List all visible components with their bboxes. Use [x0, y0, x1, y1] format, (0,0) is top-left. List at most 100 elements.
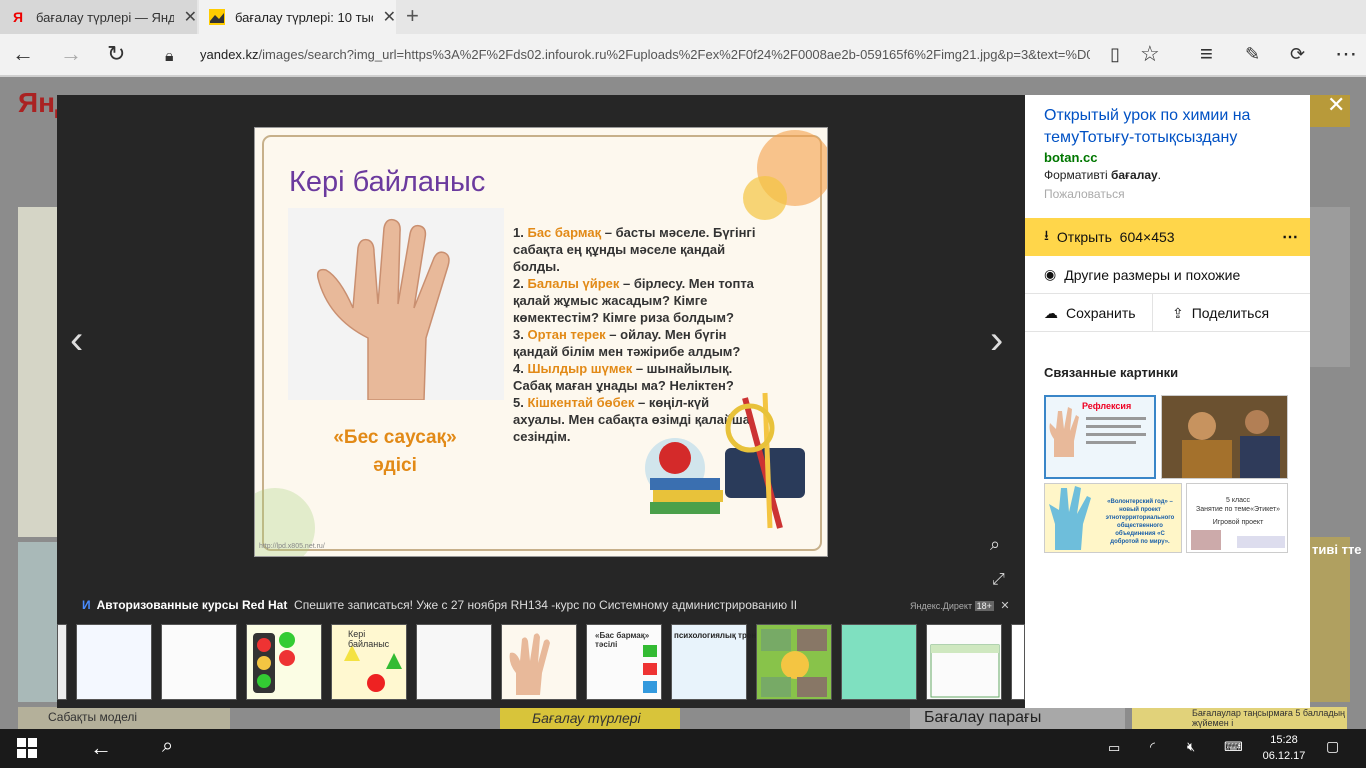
- ad-banner[interactable]: И Авторизованные курсы Red Hat Спешите за…: [82, 598, 797, 612]
- refresh-icon[interactable]: ↻: [107, 42, 125, 66]
- share-icon[interactable]: ⟳: [1290, 42, 1305, 66]
- tab-label: бағалау түрлері — Яндекс:: [36, 9, 174, 25]
- thumbnail[interactable]: [76, 624, 152, 700]
- method-line: әдісі: [373, 455, 417, 476]
- tab-label: бағалау түрлері: 10 тыс: [235, 9, 373, 25]
- related-image[interactable]: 5 класс Занятие по теме«Этикет» Игровой …: [1186, 483, 1288, 553]
- close-viewer-icon[interactable]: ✕: [1327, 92, 1345, 118]
- back-icon[interactable]: ←: [12, 42, 34, 66]
- web-note-icon[interactable]: ✎: [1245, 42, 1260, 66]
- other-sizes-label: Другие размеры и похожие: [1064, 266, 1241, 283]
- background-card[interactable]: Бағалау түрлері: [500, 707, 680, 729]
- thumbnail[interactable]: [756, 624, 832, 700]
- background-card[interactable]: Бағалаулар таңсырмаға 5 балладың жүйемен…: [1132, 707, 1347, 729]
- thumbnail[interactable]: [246, 624, 322, 700]
- slide-footer: http://lpd.x805.net.ru/: [259, 543, 325, 550]
- background-snippet: тиві тте: [1312, 542, 1362, 557]
- next-image-arrow-icon[interactable]: ›: [990, 320, 1003, 360]
- thumbnail[interactable]: [57, 624, 67, 700]
- more-options-icon[interactable]: ⋯: [1282, 227, 1298, 247]
- source-description: Формативті бағалау.: [1044, 168, 1162, 182]
- back-icon[interactable]: ←: [90, 735, 112, 761]
- related-image[interactable]: Рефлексия: [1044, 395, 1156, 479]
- share-upload-icon: ⇪: [1172, 304, 1184, 321]
- related-image[interactable]: [1161, 395, 1288, 479]
- share-button[interactable]: ⇪ Поделиться: [1172, 294, 1269, 332]
- yandex-favicon-icon: Я: [12, 9, 24, 25]
- close-ad-icon[interactable]: ✕: [1000, 600, 1009, 612]
- volume-muted-icon[interactable]: 🔇︎: [1187, 739, 1195, 755]
- url-path: /images/search?img_url=https%3A%2F%2Fds0…: [258, 47, 1090, 62]
- favorite-star-icon[interactable]: ☆: [1140, 42, 1160, 66]
- lock-icon: 🔒︎: [165, 48, 174, 65]
- navigation-bar: ← → ↻ 🔒︎ yandex.kz/images/search?img_url…: [0, 34, 1366, 76]
- thumbnail[interactable]: [841, 624, 917, 700]
- open-image-button[interactable]: ⭳ Открыть 604×453 ⋯: [1025, 218, 1310, 256]
- tab-yandex-search[interactable]: Я бағалау түрлері — Яндекс: ✕: [0, 0, 197, 34]
- camera-icon: ◉: [1044, 266, 1057, 282]
- reading-view-icon[interactable]: ▯: [1110, 42, 1120, 66]
- save-label: Сохранить: [1066, 305, 1136, 321]
- fullscreen-icon[interactable]: ⤢: [992, 571, 1005, 589]
- background-card[interactable]: Сабақты моделі: [18, 707, 230, 729]
- list-item: 3. Ортан терек – ойлау. Мен бүгін қандай…: [513, 327, 741, 359]
- search-by-image-icon[interactable]: ⌕: [990, 534, 1000, 555]
- new-tab-icon[interactable]: +: [406, 5, 419, 27]
- related-images-heading: Связанные картинки: [1044, 365, 1179, 380]
- thumbnail[interactable]: «Бас бармақ» тәсілі: [586, 624, 662, 700]
- date: 06.12.17: [1262, 750, 1306, 762]
- close-tab-icon[interactable]: ✕: [184, 7, 197, 27]
- previous-image-arrow-icon[interactable]: ‹: [70, 320, 83, 360]
- list-item: 2. Балалы үйрек – бірлесу. Мен топта қал…: [513, 276, 754, 325]
- keyboard-icon[interactable]: ⌨: [1224, 739, 1243, 755]
- ad-logo-icon: И: [82, 598, 91, 612]
- related-image[interactable]: «Волонтерский год» – новый проект этноте…: [1044, 483, 1182, 553]
- method-line: «Бес саусақ»: [333, 427, 457, 448]
- thumbnail[interactable]: [1011, 624, 1025, 700]
- thumbnail-strip: Кері байланыс «Бас бармақ» тәсілі психол…: [57, 620, 1025, 704]
- background-card[interactable]: Бағалау парағы: [910, 707, 1125, 729]
- ad-title[interactable]: Авторизованные курсы Red Hat: [97, 598, 288, 612]
- url-domain: yandex.kz: [200, 47, 259, 62]
- report-link[interactable]: Пожаловаться: [1044, 187, 1125, 201]
- yandex-images-icon: [209, 9, 225, 25]
- tab-yandex-images[interactable]: бағалау түрлері: 10 тыс ✕: [199, 0, 396, 34]
- divider: [1152, 294, 1153, 332]
- thumbnail[interactable]: [161, 624, 237, 700]
- download-icon: ⭳: [1044, 227, 1049, 243]
- thumbnail[interactable]: [926, 624, 1002, 700]
- source-title-link[interactable]: Открытый урок по химии на темуТотығу-тот…: [1044, 105, 1284, 149]
- search-icon[interactable]: ⌕: [162, 735, 173, 758]
- share-label: Поделиться: [1191, 305, 1270, 321]
- address-input[interactable]: yandex.kz/images/search?img_url=https%3A…: [200, 47, 1090, 62]
- image-info-panel: Открытый урок по химии на темуТотығу-тот…: [1025, 95, 1310, 708]
- thumbnail[interactable]: [501, 624, 577, 700]
- battery-icon[interactable]: ▭: [1108, 740, 1120, 756]
- thumbnail[interactable]: [416, 624, 492, 700]
- source-host-link[interactable]: botan.cc: [1044, 150, 1097, 165]
- method-caption: «Бес саусақ» әдісі: [285, 424, 505, 480]
- school-supplies-illustration: [650, 392, 805, 529]
- thumbnail[interactable]: Кері байланыс: [331, 624, 407, 700]
- windows-start-icon[interactable]: [17, 738, 37, 763]
- notifications-icon[interactable]: ▢: [1326, 738, 1339, 755]
- close-tab-icon[interactable]: ✕: [383, 7, 396, 27]
- hub-icon[interactable]: ≡: [1200, 42, 1213, 66]
- slide-title: Кері байланыс: [289, 166, 486, 198]
- main-image[interactable]: Кері байланыс 1. Бас бармақ – басты мәсе…: [254, 127, 828, 557]
- cloud-save-icon: ☁: [1044, 304, 1058, 321]
- open-label: Открыть: [1056, 229, 1112, 245]
- taskbar: ← ⌕ ▭ ◜ 🔇︎ ⌨ 15:28 06.12.17 ▢: [0, 729, 1366, 768]
- save-button[interactable]: ☁ Сохранить: [1044, 294, 1136, 332]
- list-item: 1. Бас бармақ – басты мәселе. Бүгінгі са…: [513, 225, 756, 274]
- tab-bar: Я бағалау түрлері — Яндекс: ✕ бағалау тү…: [0, 0, 1366, 34]
- wifi-icon[interactable]: ◜: [1150, 739, 1155, 755]
- clock[interactable]: 15:28 06.12.17: [1256, 732, 1312, 764]
- forward-icon[interactable]: →: [60, 42, 82, 66]
- thumbnail[interactable]: психологиялық тренинг: [671, 624, 769, 700]
- hand-icon: [316, 218, 450, 401]
- more-icon[interactable]: ⋯: [1335, 42, 1357, 66]
- time: 15:28: [1270, 734, 1298, 746]
- image-size: 604×453: [1119, 229, 1175, 245]
- other-sizes-button[interactable]: ◉ Другие размеры и похожие: [1025, 256, 1310, 294]
